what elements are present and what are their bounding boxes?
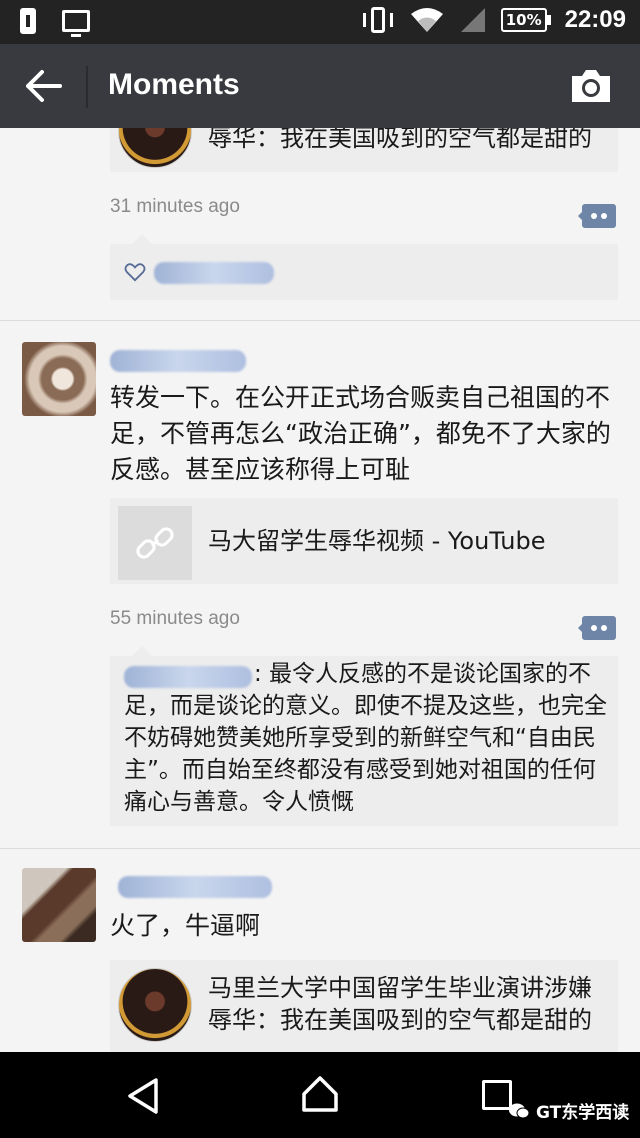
nav-home-icon[interactable] bbox=[300, 1074, 340, 1114]
moments-feed[interactable]: 辱华：我在美国吸到的空气都是甜的 31 minutes ago 转发一下。在公开… bbox=[0, 128, 640, 1052]
wifi-icon bbox=[410, 8, 443, 32]
link-card[interactable]: 辱华：我在美国吸到的空气都是甜的 bbox=[110, 128, 618, 172]
post-separator bbox=[0, 320, 640, 321]
post-text: 转发一下。在公开正式场合贩卖自己祖国的不足，不管再怎么“政治正确”，都免不了大家… bbox=[110, 383, 611, 484]
post-time: 31 minutes ago bbox=[110, 196, 240, 217]
camera-icon[interactable] bbox=[570, 68, 612, 104]
status-bar: 10% 22:09 bbox=[0, 0, 640, 44]
wechat-icon bbox=[509, 1103, 530, 1118]
video-thumbnail bbox=[118, 128, 192, 168]
link-icon bbox=[136, 527, 174, 559]
app-bar: Moments bbox=[0, 44, 640, 128]
link-card[interactable]: 马里兰大学中国留学生毕业演讲涉嫌 辱华：我在美国吸到的空气都是甜的 bbox=[110, 960, 618, 1052]
page-title: Moments bbox=[108, 68, 240, 101]
link-title: 辱华：我在美国吸到的空气都是甜的 bbox=[208, 128, 592, 152]
comment-options-icon[interactable] bbox=[578, 202, 618, 230]
post-time: 55 minutes ago bbox=[110, 608, 240, 629]
watermark: GT东学西读 bbox=[508, 1098, 629, 1123]
link-title: 马里兰大学中国留学生毕业演讲涉嫌 bbox=[208, 974, 592, 1002]
heart-icon bbox=[124, 263, 146, 282]
battery-percent: 10% bbox=[500, 8, 547, 32]
nav-back-icon[interactable] bbox=[124, 1076, 164, 1116]
liker-names-blurred bbox=[154, 262, 274, 284]
battery-icon: 10% bbox=[500, 8, 551, 32]
author-name-blurred[interactable] bbox=[110, 350, 246, 372]
link-thumbnail bbox=[118, 506, 192, 580]
post-separator bbox=[0, 848, 640, 849]
app-bar-divider bbox=[86, 66, 88, 108]
video-thumbnail bbox=[118, 968, 192, 1042]
screen-cast-icon bbox=[62, 10, 90, 37]
comment-box: : 最令人反感的不是谈论国家的不足，而是谈论的意义。即使不提及这些，也完全不妨碍… bbox=[110, 646, 618, 826]
signal-icon bbox=[460, 8, 485, 32]
avatar[interactable] bbox=[22, 342, 96, 416]
comment-options-icon[interactable] bbox=[578, 614, 618, 642]
battery-saver-icon bbox=[20, 8, 36, 34]
navigation-bar: GT东学西读 bbox=[0, 1052, 640, 1138]
post-text: 火了，牛逼啊 bbox=[110, 911, 261, 940]
arrow-left-icon[interactable] bbox=[24, 68, 64, 104]
author-name-blurred[interactable] bbox=[118, 876, 272, 898]
watermark-text: GT东学西读 bbox=[536, 1103, 630, 1123]
avatar[interactable] bbox=[22, 868, 96, 942]
clock: 22:09 bbox=[564, 6, 626, 33]
link-title: 辱华：我在美国吸到的空气都是甜的 bbox=[208, 1006, 592, 1034]
link-card[interactable]: 马大留学生辱华视频 - YouTube bbox=[110, 498, 618, 584]
vibrate-icon bbox=[361, 7, 395, 33]
link-title: 马大留学生辱华视频 - YouTube bbox=[208, 527, 546, 555]
comment-text: : 最令人反感的不是谈论国家的不足，而是谈论的意义。即使不提及这些，也完全不妨碍… bbox=[124, 661, 607, 815]
likes-box bbox=[110, 234, 618, 300]
